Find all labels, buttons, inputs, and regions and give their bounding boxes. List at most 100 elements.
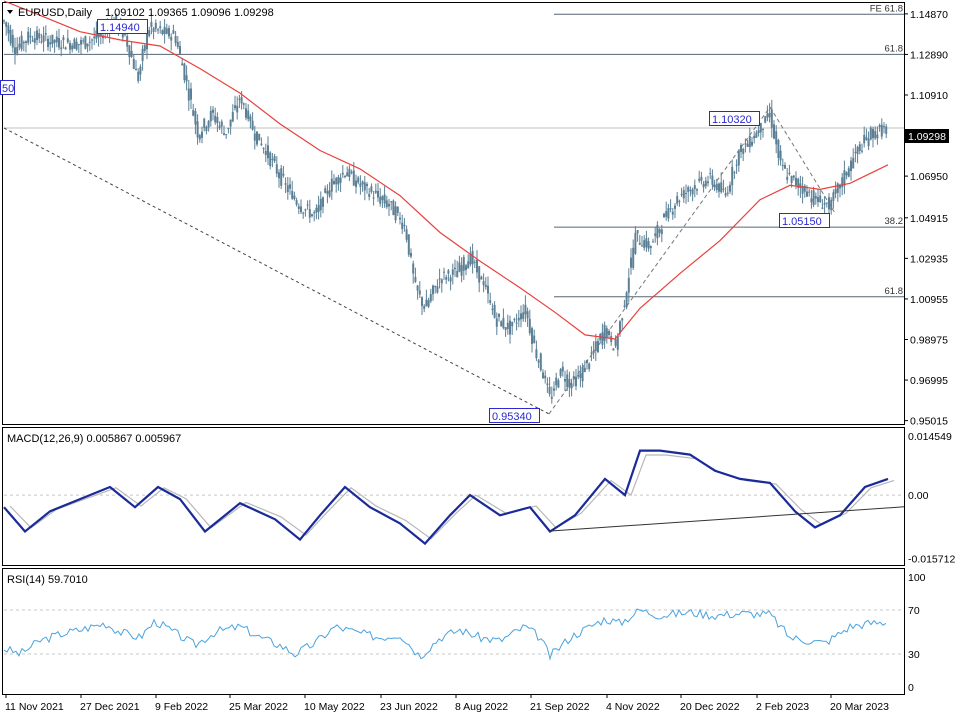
candle-body: [319, 198, 322, 211]
candle-body: [280, 168, 283, 186]
candle-body: [590, 352, 593, 354]
candle-body: [513, 319, 516, 321]
candle-body: [64, 47, 67, 50]
candle-body: [498, 313, 500, 317]
candle-body: [711, 175, 714, 185]
candle-body: [669, 208, 672, 210]
candle-body: [236, 105, 239, 113]
candle-body: [82, 40, 85, 42]
candle-body: [531, 328, 533, 344]
candle-body: [350, 171, 353, 173]
date-label: 23 Jun 2022: [380, 701, 438, 713]
candle-body: [86, 43, 89, 47]
candle-body: [170, 36, 173, 41]
candle-body: [148, 30, 151, 36]
candle-body: [407, 234, 410, 255]
candle-body: [196, 121, 199, 138]
candle-body: [456, 270, 459, 278]
candle-body: [240, 96, 243, 104]
candle-body: [614, 339, 617, 346]
candle-body: [515, 322, 518, 324]
candle-body: [383, 194, 386, 204]
candle-body: [256, 131, 258, 145]
candle-body: [733, 172, 736, 174]
candle-body: [806, 191, 808, 197]
candle-body: [163, 26, 166, 35]
candle-body: [443, 271, 445, 273]
candle-body: [242, 103, 245, 105]
candle-body: [476, 259, 478, 273]
fib-level-label: 61.8: [885, 43, 904, 54]
candle-body: [744, 143, 747, 145]
candle-body: [775, 131, 778, 145]
candle-body: [834, 188, 837, 194]
candle-body: [553, 388, 555, 391]
price-annotation-text: 50: [2, 83, 14, 95]
candle-body: [722, 188, 725, 190]
candle-body: [821, 207, 824, 209]
candle-body: [808, 191, 811, 193]
candle-body: [856, 146, 859, 154]
candle-body: [623, 305, 626, 307]
candle-body: [647, 241, 650, 249]
candle-body: [267, 145, 269, 159]
date-label: 21 Sep 2022: [530, 701, 590, 713]
macd-panel: [2, 427, 905, 566]
candle-body: [854, 151, 857, 153]
candle-body: [401, 222, 404, 229]
candle-body: [183, 63, 186, 81]
date-label: 4 Nov 2022: [606, 701, 660, 713]
candle-body: [713, 185, 716, 188]
candle-body: [467, 261, 470, 269]
candle-body: [768, 113, 771, 118]
candle-body: [291, 191, 294, 199]
rsi-axis: 100 70 30 0: [908, 572, 926, 694]
ohlc-low: 1.09096: [191, 7, 231, 19]
candle-body: [187, 88, 190, 101]
candle-body: [825, 202, 828, 204]
candle-body: [432, 285, 434, 295]
candle-body: [557, 380, 560, 388]
candle-body: [418, 290, 421, 295]
candle-body: [264, 150, 267, 155]
candle-body: [878, 125, 881, 127]
candle-body: [718, 183, 720, 192]
candle-body: [539, 353, 542, 371]
candle-body: [773, 124, 775, 139]
candle-body: [157, 29, 159, 31]
candle-body: [7, 25, 10, 34]
date-label: 2 Feb 2023: [756, 701, 809, 713]
price-panel: [2, 2, 905, 425]
candle-body: [823, 203, 826, 205]
candle-body: [128, 45, 131, 58]
candle-body: [766, 113, 769, 118]
symbol-label: EURUSD,Daily: [18, 7, 92, 19]
candle-body: [18, 43, 21, 48]
candle-body: [676, 196, 679, 204]
candle-body: [533, 335, 536, 343]
candle-body: [339, 177, 342, 183]
candle-body: [478, 266, 481, 283]
candle-body: [625, 292, 628, 308]
price-tick-label: 1.10910: [910, 90, 948, 102]
candle-body: [605, 328, 608, 338]
candle-body: [405, 229, 408, 240]
candle-body: [229, 119, 232, 127]
candle-body: [51, 34, 54, 45]
candle-body: [762, 128, 764, 130]
candle-body: [313, 212, 316, 214]
rsi-tick-label: 0: [908, 682, 914, 694]
candle-body: [559, 369, 562, 376]
candle-body: [198, 135, 201, 140]
candle-body: [3, 20, 5, 22]
candle-body: [399, 217, 401, 220]
price-annotation-text: 1.05150: [782, 216, 822, 228]
candle-body: [489, 300, 492, 303]
candle-body: [161, 30, 164, 34]
candle-body: [49, 42, 52, 45]
candle-body: [546, 383, 549, 386]
candle-body: [284, 183, 287, 185]
price-tick-label: 0.95015: [910, 416, 948, 428]
price-tick-label: 1.12890: [910, 49, 948, 61]
candle-body: [203, 118, 206, 128]
